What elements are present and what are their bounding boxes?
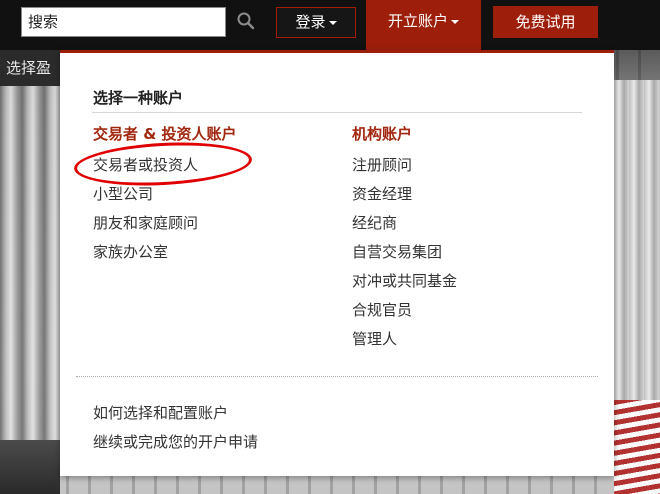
caret-down-icon (328, 20, 337, 25)
secondary-nav-item[interactable]: 选择盈 (0, 50, 62, 86)
menu-item-hedge-mutual-fund[interactable]: 对冲或共同基金 (352, 270, 457, 291)
background-flag (614, 400, 660, 494)
search-input[interactable]: 搜索 (21, 7, 226, 37)
dropdown-title: 选择一种账户 (93, 89, 184, 107)
menu-item-proprietary-trading-group[interactable]: 自营交易集团 (352, 241, 442, 262)
dotted-divider (76, 376, 598, 377)
free-trial-button[interactable]: 免费试用 (493, 6, 598, 38)
menu-item-broker[interactable]: 经纪商 (352, 212, 397, 233)
menu-item-friends-family-advisor[interactable]: 朋友和家庭顾问 (93, 212, 198, 233)
menu-item-small-business[interactable]: 小型公司 (93, 183, 153, 204)
link-continue-application[interactable]: 继续或完成您的开户申请 (93, 431, 258, 452)
background-shadow-left (0, 440, 60, 494)
caret-down-icon (451, 19, 459, 24)
traders-investors-heading: 交易者 & 投资人账户 (93, 125, 237, 143)
open-account-button[interactable]: 开立账户 (366, 0, 481, 50)
login-button[interactable]: 登录 (276, 7, 356, 38)
menu-item-registered-advisor[interactable]: 注册顾问 (352, 154, 412, 175)
annotation-highlight-ellipse (73, 138, 253, 190)
search-icon[interactable] (236, 11, 256, 31)
link-how-to-choose-account[interactable]: 如何选择和配置账户 (93, 402, 228, 423)
divider (92, 112, 582, 113)
top-nav-bar: 搜索 登录 开立账户 免费试用 (0, 0, 660, 50)
login-button-label: 登录 (295, 13, 326, 31)
background-columns-left (0, 80, 60, 494)
institutional-accounts-heading: 机构账户 (352, 125, 413, 143)
menu-item-family-office[interactable]: 家族办公室 (93, 241, 168, 262)
open-account-label: 开立账户 (387, 12, 448, 30)
open-account-dropdown: 选择一种账户 交易者 & 投资人账户 交易者或投资人 小型公司 朋友和家庭顾问 … (60, 50, 614, 476)
menu-item-compliance-officer[interactable]: 合规官员 (352, 299, 412, 320)
menu-item-administrator[interactable]: 管理人 (352, 328, 397, 349)
menu-item-money-manager[interactable]: 资金经理 (352, 183, 412, 204)
